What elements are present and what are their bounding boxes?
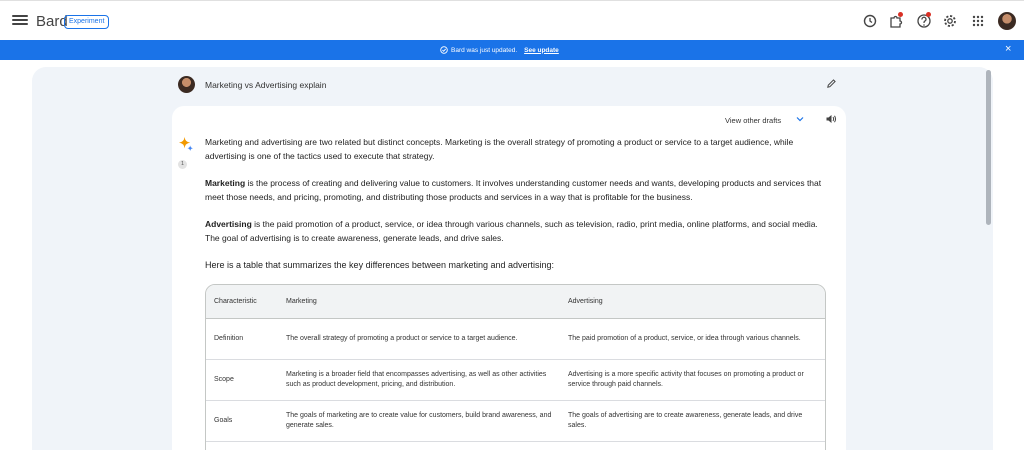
app-name[interactable]: Bard: [36, 13, 68, 30]
comparison-table: Characteristic Marketing Advertising Def…: [205, 284, 826, 450]
check-circle-icon: [440, 46, 448, 54]
table-cell: Definition: [206, 318, 278, 360]
marketing-definition: is the process of creating and deliverin…: [205, 178, 822, 202]
top-bar: Bard Experiment: [0, 0, 1024, 40]
table-header: Characteristic: [206, 285, 278, 319]
marketing-term: Marketing: [205, 178, 246, 188]
response-paragraph-3: Advertising is the paid promotion of a p…: [205, 217, 825, 245]
response-paragraph-2: Marketing is the process of creating and…: [205, 176, 825, 204]
notification-dot: [898, 12, 903, 17]
prompt-text: Marketing vs Advertising explain: [205, 80, 327, 90]
table-cell: The paid promotion of a product, service…: [560, 318, 825, 360]
apps-grid-icon[interactable]: [970, 13, 986, 29]
view-other-drafts[interactable]: View other drafts: [725, 116, 781, 125]
table-header: Marketing: [278, 285, 560, 319]
response-paragraph-1: Marketing and advertising are two relate…: [205, 137, 794, 161]
table-cell: Scope: [206, 359, 278, 401]
table-cell: The goals of marketing are to create val…: [278, 400, 560, 442]
prompt-avatar: [178, 76, 195, 93]
scrollbar[interactable]: [986, 70, 991, 225]
update-banner: Bard was just updated. See update ×: [0, 40, 1024, 60]
table-cell: Marketing is a broader field that encomp…: [278, 359, 560, 401]
table-cell: The goals of advertising are to create a…: [560, 400, 825, 442]
close-icon[interactable]: ×: [1005, 44, 1011, 55]
table-header: Advertising: [560, 285, 825, 319]
table-row: Scope Marketing is a broader field that …: [206, 359, 825, 401]
chevron-down-icon[interactable]: [795, 114, 805, 124]
advertising-term: Advertising: [205, 219, 252, 229]
menu-icon[interactable]: [12, 13, 28, 29]
table-cell: The overall strategy of promoting a prod…: [278, 318, 560, 360]
speaker-icon[interactable]: [825, 113, 837, 125]
response-paragraph-4: Here is a table that summarizes the key …: [205, 260, 555, 270]
advertising-definition: is the paid promotion of a product, serv…: [205, 219, 818, 243]
draft-number: 1: [178, 160, 187, 169]
table-row: Goals The goals of marketing are to crea…: [206, 400, 825, 442]
history-icon[interactable]: [862, 13, 878, 29]
table-cell: Goals: [206, 400, 278, 442]
banner-text: Bard was just updated.: [451, 46, 518, 54]
table-cell: Advertising is a more specific activity …: [560, 359, 825, 401]
table-header-row: Characteristic Marketing Advertising: [206, 285, 825, 319]
notification-dot: [926, 12, 931, 17]
user-avatar[interactable]: [998, 12, 1016, 30]
bard-sparkle-icon: [178, 136, 193, 151]
see-update-link[interactable]: See update: [524, 47, 559, 54]
experiment-badge: Experiment: [64, 15, 110, 29]
edit-icon[interactable]: [826, 78, 837, 89]
settings-icon[interactable]: [942, 13, 958, 29]
table-row: Definition The overall strategy of promo…: [206, 318, 825, 360]
